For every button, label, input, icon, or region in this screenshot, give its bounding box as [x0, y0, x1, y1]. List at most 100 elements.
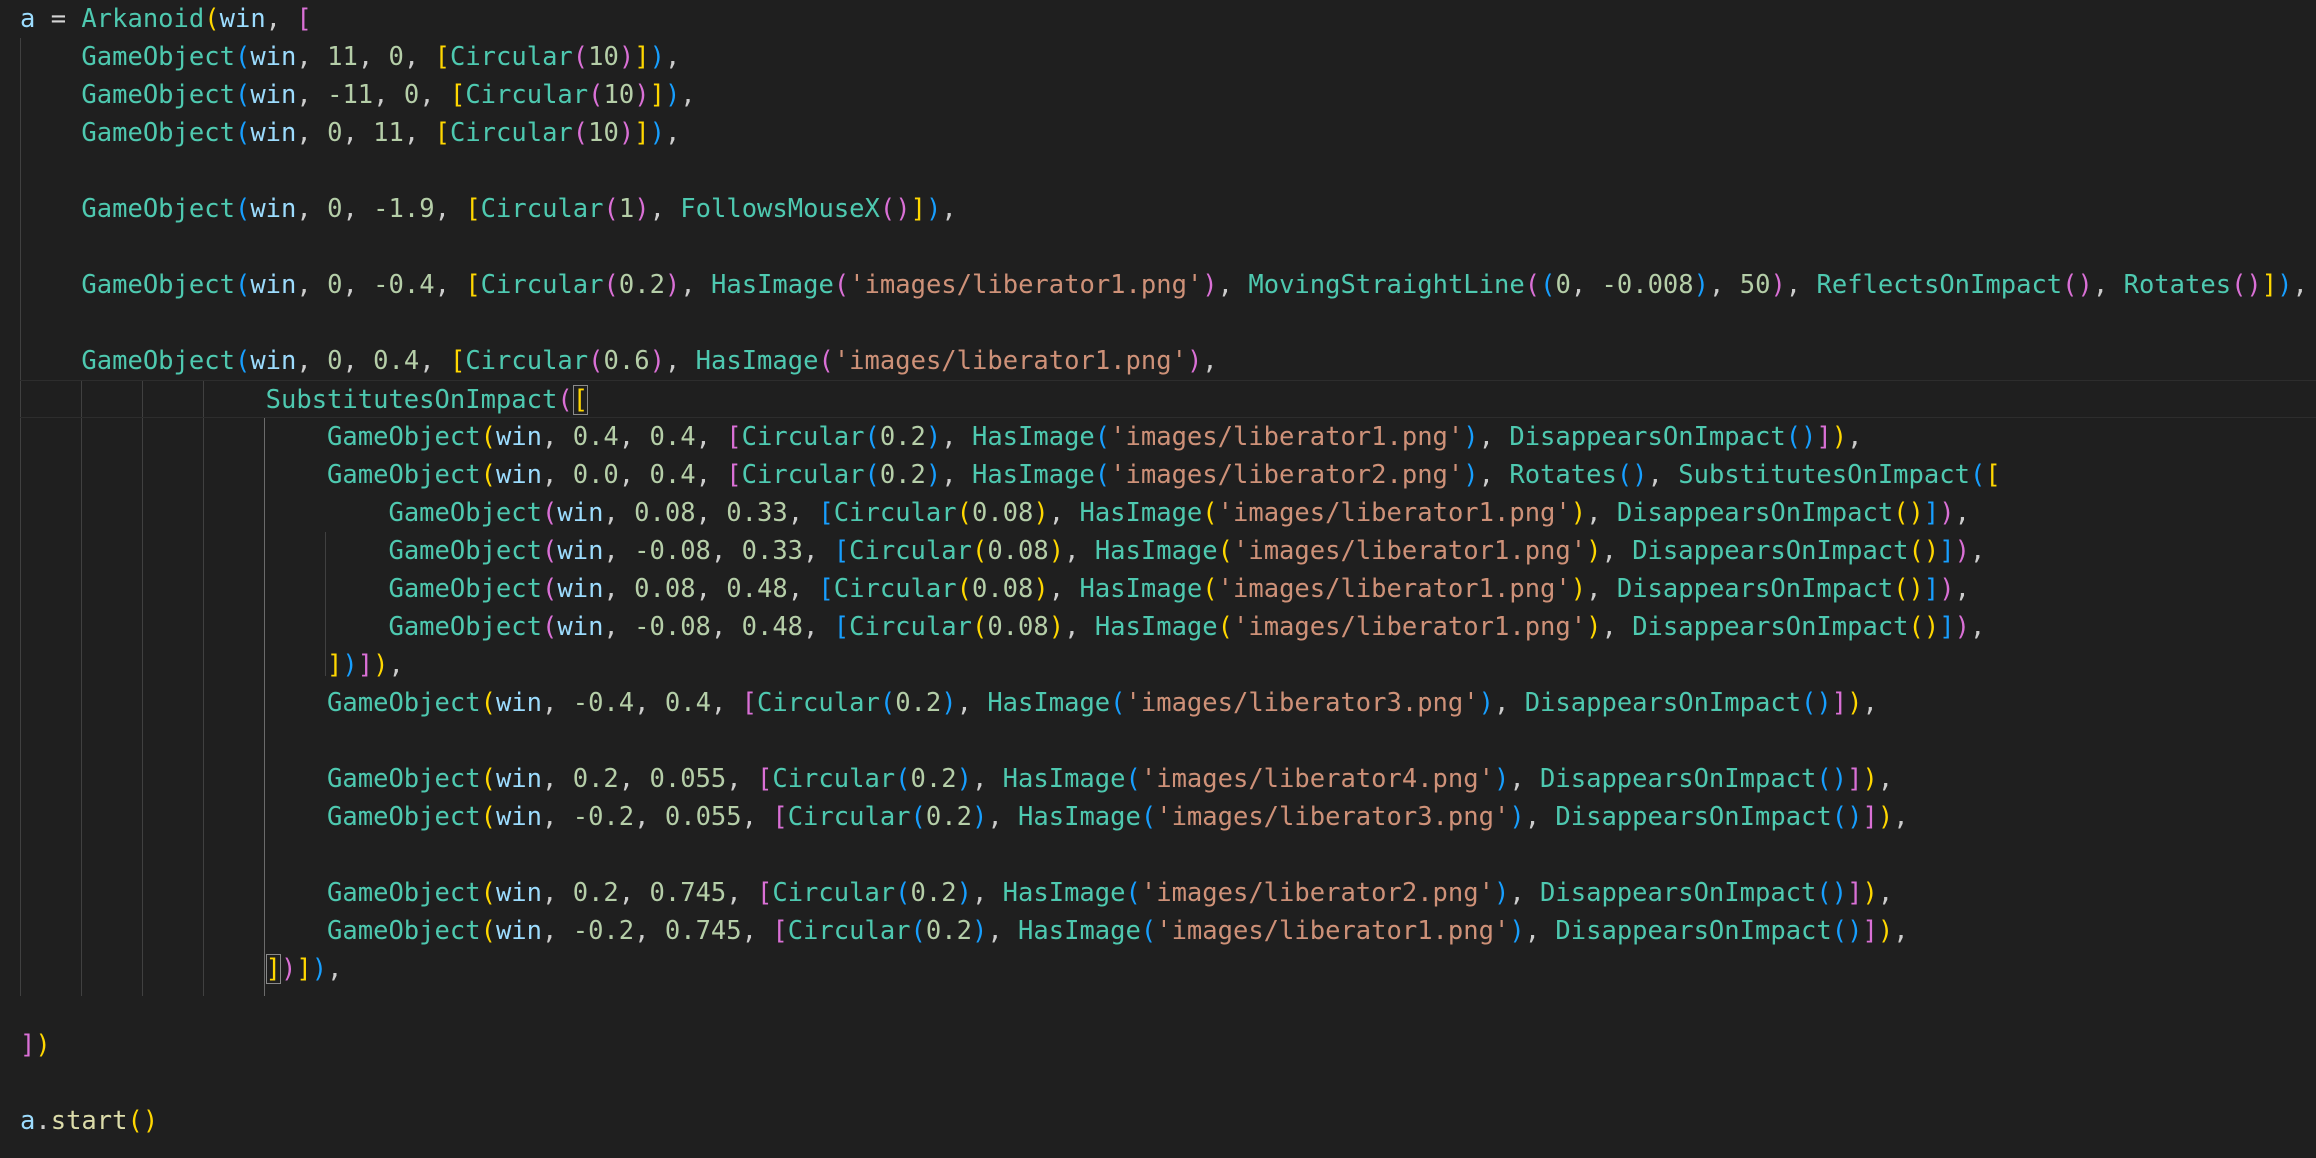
token-number: 0.2	[572, 764, 619, 794]
token-bracket: [	[833, 536, 850, 566]
token-bracket: )	[1939, 498, 1955, 528]
token-number: 1	[618, 194, 635, 224]
token-bracket: (	[480, 878, 496, 908]
code-line[interactable]: GameObject(win, -0.2, 0.055, [Circular(0…	[20, 798, 1909, 836]
token-bracket: (	[1524, 270, 1541, 300]
token-bracket: ()	[127, 1106, 159, 1136]
token-punctuation: ,	[434, 194, 466, 224]
token-punctuation: ,	[941, 194, 957, 224]
token-string: 'images/liberator1.png'	[1156, 916, 1510, 946]
token-bracket: )	[1831, 422, 1848, 452]
code-line[interactable]: GameObject(win, 0.0, 0.4, [Circular(0.2)…	[20, 456, 2001, 494]
token-number: 0.4	[664, 688, 711, 718]
token-punctuation: ,	[542, 460, 573, 490]
token-class: HasImage	[711, 270, 834, 300]
token-punctuation: ,	[1709, 270, 1740, 300]
token-punctuation	[20, 42, 81, 72]
code-line[interactable]: GameObject(win, 0, -0.4, [Circular(0.2),…	[20, 266, 2307, 304]
token-punctuation	[20, 688, 327, 718]
token-bracket: ]	[357, 650, 374, 680]
code-line[interactable]: GameObject(win, 0.2, 0.745, [Circular(0.…	[20, 874, 1893, 912]
token-bracket: )	[664, 80, 681, 110]
token-punctuation: ,	[342, 346, 374, 376]
token-number: -0.08	[634, 536, 711, 566]
code-line[interactable]: GameObject(win, 0.08, 0.33, [Circular(0.…	[20, 494, 1970, 532]
code-line[interactable]: GameObject(win, -0.08, 0.48, [Circular(0…	[20, 608, 1985, 646]
code-line[interactable]: GameObject(win, 0, -1.9, [Circular(1), F…	[20, 190, 957, 228]
token-class: GameObject	[327, 916, 481, 946]
code-line[interactable]: GameObject(win, 0, 11, [Circular(10)]),	[20, 114, 680, 152]
code-line[interactable]: GameObject(win, 0.2, 0.055, [Circular(0.…	[20, 760, 1893, 798]
code-line[interactable]: ])	[20, 1026, 51, 1064]
token-bracket: (	[895, 878, 911, 908]
token-punctuation	[20, 764, 327, 794]
token-punctuation: ,	[1586, 498, 1617, 528]
token-class: HasImage	[1094, 536, 1218, 566]
token-punctuation: ,	[1847, 422, 1863, 452]
token-bracket: (	[542, 536, 558, 566]
token-number: 0.2	[618, 270, 665, 300]
code-line[interactable]: GameObject(win, -11, 0, [Circular(10)]),	[20, 76, 696, 114]
token-punctuation: ,	[1601, 612, 1633, 642]
token-punctuation: ,	[1969, 536, 1986, 566]
token-punctuation: ,	[265, 4, 297, 34]
token-number: -0.008	[1601, 270, 1694, 300]
token-punctuation: ,	[1601, 536, 1633, 566]
token-number: -0.4	[572, 688, 635, 718]
token-bracket: )	[1877, 916, 1894, 946]
token-bracket: ]	[1862, 916, 1878, 946]
token-bracket: )	[649, 42, 665, 72]
token-number: 0	[327, 346, 343, 376]
token-punctuation: ,	[634, 802, 665, 832]
token-punctuation: ,	[680, 80, 696, 110]
token-number: 11	[327, 42, 358, 72]
code-line[interactable]: GameObject(win, 11, 0, [Circular(10)]),	[20, 38, 680, 76]
code-editor[interactable]: a = Arkanoid(win, [ GameObject(win, 11, …	[0, 0, 2316, 1158]
code-line[interactable]: GameObject(win, 0, 0.4, [Circular(0.6), …	[20, 342, 1217, 380]
token-bracket: )	[1586, 612, 1602, 642]
token-number: 0.745	[649, 878, 727, 908]
token-number: 0	[327, 118, 343, 148]
token-punctuation	[20, 80, 81, 110]
token-bracket: ]	[1923, 574, 1940, 604]
code-line[interactable]: a = Arkanoid(win, [	[20, 0, 312, 38]
code-line[interactable]: ])]),	[20, 950, 342, 988]
token-class: Circular	[465, 346, 589, 376]
code-line[interactable]: GameObject(win, 0.08, 0.48, [Circular(0.…	[20, 570, 1970, 608]
token-class: DisappearsOnImpact	[1632, 612, 1909, 642]
token-bracket: )	[1586, 536, 1602, 566]
token-string: 'images/liberator2.png'	[1110, 460, 1464, 490]
code-line[interactable]: GameObject(win, 0.4, 0.4, [Circular(0.2)…	[20, 418, 1862, 456]
token-punctuation: ,	[987, 802, 1019, 832]
token-punctuation: ,	[1785, 270, 1817, 300]
token-punctuation: ,	[1969, 612, 1986, 642]
token-punctuation: ,	[542, 878, 573, 908]
token-punctuation: ,	[726, 764, 757, 794]
token-bracket: [	[833, 612, 850, 642]
code-line[interactable]: ])]),	[20, 646, 404, 684]
token-variable: win	[495, 460, 542, 490]
token-bracket: )	[1570, 498, 1587, 528]
token-bracket: (	[971, 612, 988, 642]
token-punctuation	[20, 574, 388, 604]
token-bracket: ]	[1939, 612, 1955, 642]
code-line[interactable]: GameObject(win, -0.4, 0.4, [Circular(0.2…	[20, 684, 1878, 722]
token-bracket: )	[342, 650, 358, 680]
token-class: GameObject	[81, 346, 235, 376]
token-bracket: (	[1202, 574, 1218, 604]
token-class: Rotates	[1509, 460, 1617, 490]
token-class: Arkanoid	[81, 4, 205, 34]
code-line[interactable]: SubstitutesOnImpact([	[20, 380, 2316, 418]
token-bracket: )	[634, 80, 650, 110]
token-punctuation: ,	[1478, 460, 1510, 490]
code-line[interactable]: a.start()	[20, 1102, 158, 1140]
token-number: 0.2	[879, 422, 926, 452]
code-line[interactable]: GameObject(win, -0.08, 0.33, [Circular(0…	[20, 532, 1985, 570]
token-punctuation: ,	[1478, 422, 1510, 452]
code-line[interactable]: GameObject(win, -0.2, 0.745, [Circular(0…	[20, 912, 1909, 950]
token-punctuation: ,	[419, 346, 450, 376]
token-bracket: ()	[1908, 612, 1940, 642]
token-bracket: ]	[634, 42, 650, 72]
token-number: 50	[1739, 270, 1771, 300]
token-variable: win	[557, 574, 604, 604]
